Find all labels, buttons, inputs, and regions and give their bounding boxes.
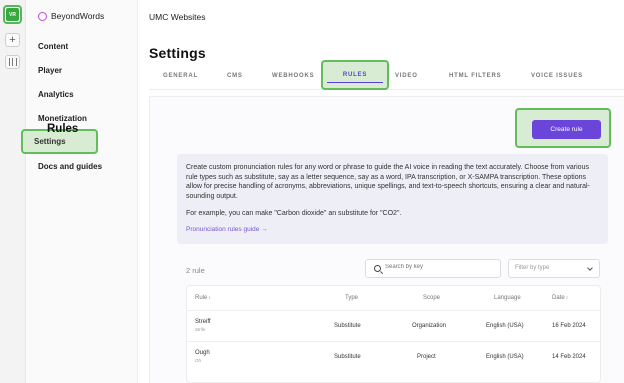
rules-example: For example, you can make "Carbon dioxid… — [186, 210, 402, 217]
workspace-badge: VR — [6, 8, 19, 21]
sort-icon: ↕ — [208, 295, 211, 301]
date-cell: 16 Feb 2024 — [552, 323, 586, 329]
filter-placeholder: Filter by type — [515, 265, 550, 271]
page-title: Settings — [149, 45, 206, 61]
sidebar: BeyondWords Content Player Analytics Mon… — [21, 0, 138, 383]
columns-icon — [8, 58, 17, 66]
table-row[interactable]: Ough Oh Substitute Project English (USA) … — [187, 341, 600, 372]
language-cell: English (USA) — [486, 354, 524, 360]
create-rule-button[interactable]: Create rule — [532, 120, 601, 139]
type-cell: Substitute — [334, 323, 361, 329]
column-header-scope: Scope — [423, 295, 441, 301]
tab-general[interactable]: GENERAL — [163, 73, 198, 79]
brand-logo-link[interactable]: BeyondWords — [38, 11, 104, 21]
rules-description: Create custom pronunciation rules for an… — [186, 164, 590, 200]
search-box[interactable] — [365, 259, 501, 278]
rule-cell: Streiff Strife — [195, 319, 211, 332]
column-header-type: Type — [345, 295, 359, 301]
active-tab-indicator — [327, 81, 383, 83]
scope-cell: Organization — [412, 323, 447, 329]
sidebar-item-label: Settings — [34, 137, 66, 146]
tab-html-filters[interactable]: HTML FILTERS — [449, 73, 501, 79]
column-header-rule[interactable]: Rule↕ — [195, 295, 211, 301]
date-cell: 14 Feb 2024 — [552, 354, 586, 360]
brand-name: BeyondWords — [51, 11, 105, 21]
breadcrumb[interactable]: UMC Websites — [149, 12, 206, 22]
pronunciation-guide-link[interactable]: Pronunciation rules guide → — [186, 226, 268, 233]
sidebar-item-monetization[interactable]: Monetization — [38, 114, 87, 123]
sidebar-item-player[interactable]: Player — [38, 66, 62, 75]
rule-cell: Ough Oh — [195, 350, 210, 363]
language-cell: English (USA) — [486, 323, 524, 329]
tab-voice-issues[interactable]: VOICE ISSUES — [531, 73, 583, 79]
sort-icon: ↕ — [565, 295, 569, 301]
workspace-switcher[interactable]: VR — [3, 5, 22, 24]
rules-table: Rule↕ Type Scope Language Date↕ Streiff S… — [186, 285, 601, 383]
table-row[interactable]: Streiff Strife Substitute Organization En… — [187, 310, 600, 341]
workspace-rail: VR + — [0, 0, 26, 383]
search-input[interactable] — [385, 264, 495, 270]
tab-rules-label: RULES — [342, 72, 368, 78]
add-workspace-button[interactable]: + — [5, 33, 20, 47]
tab-video[interactable]: VIDEO — [395, 73, 418, 79]
sidebar-item-docs[interactable]: Docs and guides — [38, 162, 102, 171]
chevron-down-icon — [587, 265, 593, 271]
search-icon — [374, 265, 381, 272]
tab-cms[interactable]: CMS — [227, 73, 243, 79]
settings-tabs: GENERAL CMS WEBHOOKS RULES VIDEO HTML FI… — [149, 60, 624, 90]
sidebar-item-content[interactable]: Content — [38, 42, 68, 51]
plus-icon: + — [9, 33, 16, 46]
sidebar-item-analytics[interactable]: Analytics — [38, 90, 74, 99]
column-header-date[interactable]: Date↕ — [552, 295, 568, 301]
type-cell: Substitute — [334, 354, 361, 360]
rules-heading: Rules — [47, 123, 79, 135]
column-header-language: Language — [494, 295, 521, 301]
scope-cell: Project — [417, 354, 436, 360]
rule-count: 2 rule — [186, 266, 205, 275]
beyondwords-logo-icon — [38, 11, 47, 21]
tab-webhooks[interactable]: WEBHOOKS — [272, 73, 314, 79]
workspace-list-button[interactable] — [5, 55, 20, 69]
tab-rules[interactable]: RULES — [321, 60, 389, 90]
type-filter-select[interactable]: Filter by type — [508, 259, 600, 278]
rules-info-box: Create custom pronunciation rules for an… — [177, 154, 608, 244]
